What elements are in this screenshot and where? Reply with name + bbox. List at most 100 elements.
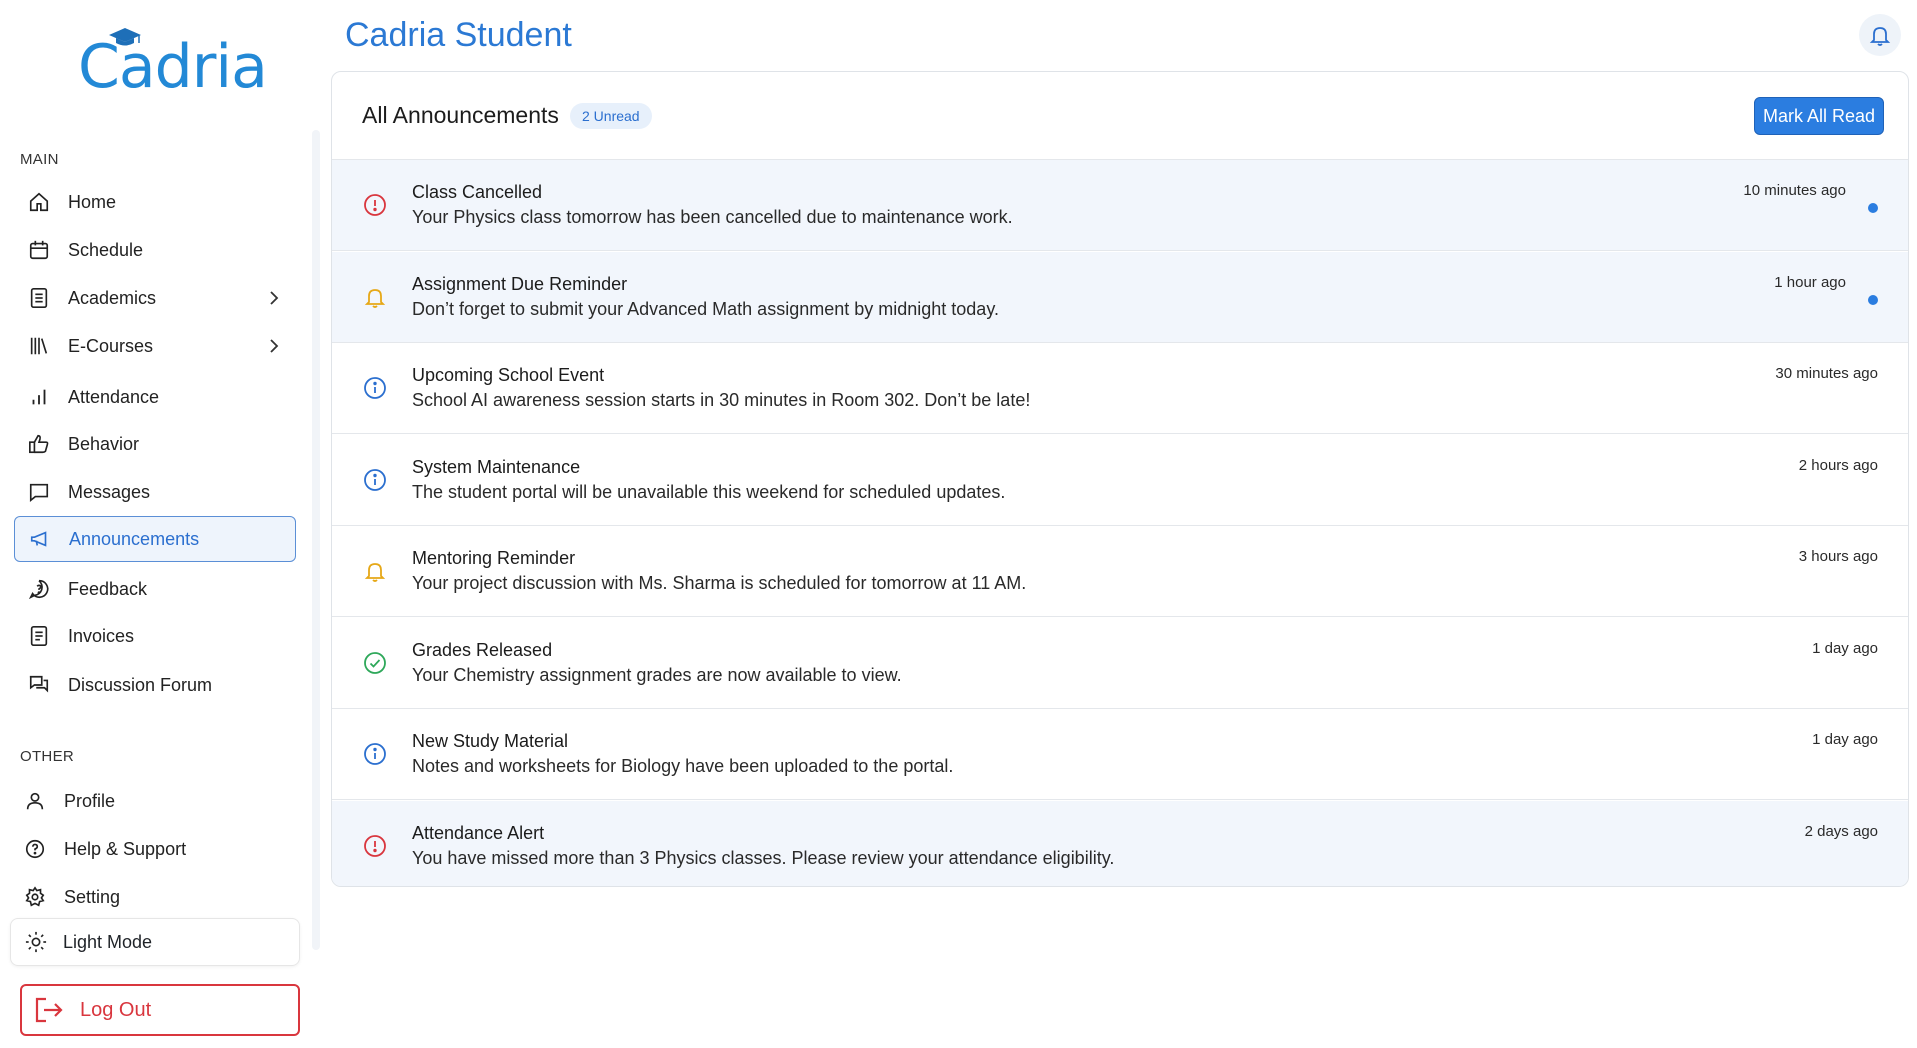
sidebar-item-label: Home xyxy=(68,191,117,212)
logout-button[interactable]: Log Out xyxy=(20,984,300,1036)
theme-toggle-label: Light Mode xyxy=(63,931,153,952)
sidebar-item-label: Discussion Forum xyxy=(68,674,213,695)
alert-circle-icon xyxy=(362,192,388,218)
sidebar-item-attendance[interactable]: Attendance xyxy=(14,374,296,420)
cadria-logo[interactable]: Cadria xyxy=(78,26,268,106)
announcement-row[interactable]: Upcoming School Event School AI awareness… xyxy=(332,343,1908,434)
mark-all-read-button[interactable]: Mark All Read xyxy=(1754,97,1884,135)
thumbs-up-icon xyxy=(26,431,52,457)
sidebar-item-label: Attendance xyxy=(68,386,160,407)
calendar-icon xyxy=(26,237,52,263)
sidebar-item-e-courses[interactable]: E-Courses xyxy=(14,323,296,369)
logo-text: Cadria xyxy=(78,32,268,102)
home-icon xyxy=(26,189,52,215)
info-icon xyxy=(362,467,388,493)
announcement-row[interactable]: Mentoring Reminder Your project discussio… xyxy=(332,526,1908,617)
announcement-row[interactable]: Class Cancelled Your Physics class tomorr… xyxy=(332,160,1908,251)
megaphone-icon xyxy=(27,526,53,552)
announcement-title: Mentoring Reminder xyxy=(412,548,576,568)
sidebar-item-label: Profile xyxy=(64,790,116,811)
sidebar-item-discussion-forum[interactable]: Discussion Forum xyxy=(14,662,296,708)
sidebar-item-label: Feedback xyxy=(68,578,148,599)
announcements-card: All Announcements 2 Unread Mark All Read… xyxy=(331,71,1909,887)
announcement-message: School AI awareness session starts in 30… xyxy=(412,390,1031,410)
announcement-time: 10 minutes ago xyxy=(1743,182,1846,199)
announcement-row[interactable]: Assignment Due Reminder Don’t forget to s… xyxy=(332,251,1908,343)
help-icon xyxy=(22,836,48,862)
announcement-time: 2 days ago xyxy=(1804,822,1878,840)
announcements-title: All Announcements xyxy=(362,102,559,128)
notifications-button[interactable] xyxy=(1859,14,1901,56)
announcement-message: Your project discussion with Ms. Sharma … xyxy=(412,573,1027,593)
announcement-time: 1 day ago xyxy=(1812,731,1878,748)
announcement-message: Notes and worksheets for Biology have be… xyxy=(412,756,954,776)
forum-icon xyxy=(26,672,52,698)
other-section-label: OTHER xyxy=(20,748,74,765)
announcement-title: Class Cancelled xyxy=(412,182,543,202)
sun-icon xyxy=(23,931,49,953)
announcement-title: System Maintenance xyxy=(412,456,581,477)
announcement-message: You have missed more than 3 Physics clas… xyxy=(412,847,1115,868)
theme-toggle-button[interactable]: Light Mode xyxy=(10,918,300,966)
announcement-time: 2 hours ago xyxy=(1798,456,1878,474)
graduation-cap-icon xyxy=(109,28,141,46)
announcement-title: Upcoming School Event xyxy=(412,365,605,385)
sidebar-item-label: E-Courses xyxy=(68,335,154,356)
message-icon xyxy=(26,479,52,505)
announcement-row[interactable]: System Maintenance The student portal wil… xyxy=(332,434,1908,526)
sidebar-item-academics[interactable]: Academics xyxy=(14,275,296,321)
bar-chart-icon xyxy=(26,384,52,410)
check-circle-icon xyxy=(362,650,388,676)
gear-icon xyxy=(22,884,48,910)
announcement-message: Your Physics class tomorrow has been can… xyxy=(412,207,1013,227)
announcement-time: 1 day ago xyxy=(1812,639,1878,657)
sidebar-item-label: Behavior xyxy=(68,433,140,454)
announcement-row[interactable]: New Study Material Notes and worksheets f… xyxy=(332,709,1908,800)
announcement-row[interactable]: Grades Released Your Chemistry assignment… xyxy=(332,617,1908,709)
unread-badge: 2 Unread xyxy=(570,103,652,129)
sidebar-item-messages[interactable]: Messages xyxy=(14,469,296,515)
invoice-icon xyxy=(26,623,52,649)
logout-icon xyxy=(34,996,64,1024)
user-icon xyxy=(22,788,48,814)
unread-indicator xyxy=(1868,203,1878,213)
announcement-time: 30 minutes ago xyxy=(1775,365,1878,382)
bell-icon xyxy=(362,558,388,584)
chevron-right-icon xyxy=(270,291,279,305)
sidebar-item-behavior[interactable]: Behavior xyxy=(14,421,296,467)
bell-icon xyxy=(1869,27,1891,46)
document-icon xyxy=(26,285,52,311)
sidebar-scrollbar[interactable] xyxy=(312,130,320,950)
sidebar-item-feedback[interactable]: Feedback xyxy=(14,566,296,612)
info-icon xyxy=(362,375,388,401)
feedback-icon xyxy=(26,576,52,602)
sidebar-item-label: Announcements xyxy=(69,528,200,549)
alert-circle-icon xyxy=(362,833,388,859)
sidebar-item-announcements[interactable]: Announcements xyxy=(14,516,296,562)
page-title: Cadria Student xyxy=(345,16,572,54)
sidebar-item-label: Setting xyxy=(64,886,121,907)
bell-icon xyxy=(362,284,388,310)
sidebar-item-setting[interactable]: Setting xyxy=(14,874,296,920)
announcements-header: All Announcements 2 Unread Mark All Read xyxy=(332,72,1908,160)
sidebar-item-label: Messages xyxy=(68,481,151,502)
announcement-time: 3 hours ago xyxy=(1798,548,1878,565)
sidebar-item-label: Invoices xyxy=(68,625,135,646)
announcement-title: Attendance Alert xyxy=(412,822,545,843)
announcement-time: 1 hour ago xyxy=(1774,273,1846,291)
announcement-message: Your Chemistry assignment grades are now… xyxy=(412,664,902,685)
sidebar-item-label: Academics xyxy=(68,287,157,308)
sidebar-item-profile[interactable]: Profile xyxy=(14,778,296,824)
sidebar-item-label: Help & Support xyxy=(64,838,187,859)
sidebar-item-schedule[interactable]: Schedule xyxy=(14,227,296,273)
sidebar: Cadria MAIN Home Schedule Academics E-Co… xyxy=(0,0,320,1048)
sidebar-item-home[interactable]: Home xyxy=(14,179,296,225)
unread-indicator xyxy=(1868,294,1878,305)
main-section-label: MAIN xyxy=(20,151,59,168)
logout-label: Log Out xyxy=(80,998,152,1021)
sidebar-item-help-support[interactable]: Help & Support xyxy=(14,826,296,872)
sidebar-item-invoices[interactable]: Invoices xyxy=(14,613,296,659)
announcement-message: Don’t forget to submit your Advanced Mat… xyxy=(412,298,999,319)
announcement-row[interactable]: Attendance Alert You have missed more tha… xyxy=(332,800,1908,886)
info-icon xyxy=(362,741,388,767)
